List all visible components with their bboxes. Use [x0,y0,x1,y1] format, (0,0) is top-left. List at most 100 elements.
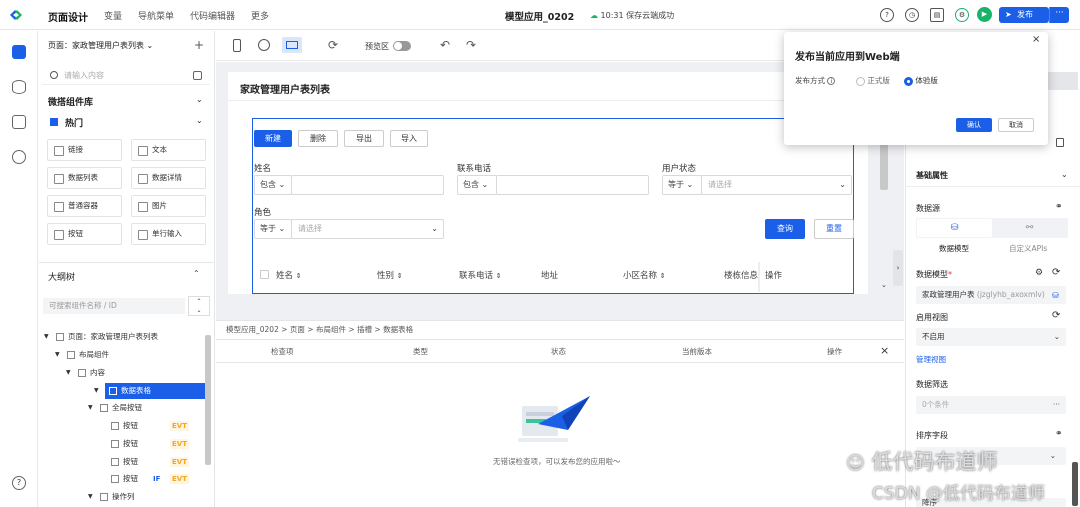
reset-button[interactable]: 重置 [814,219,854,239]
gear-icon[interactable]: ⚙ [1035,268,1043,278]
role-select[interactable]: 请选择 ⌄ [291,219,444,239]
publish-more-button[interactable]: ··· [1049,7,1069,23]
model-select[interactable]: 家政管理用户表 (jzglyhb_axoxmlv) [916,286,1066,304]
help-icon[interactable]: ? [880,8,894,22]
cancel-button[interactable]: 取消 [998,118,1034,132]
nav-page-design[interactable]: 页面设计 [48,9,88,24]
chevron-down-icon[interactable]: ⌄ [1061,170,1068,179]
page-selector[interactable]: 页面：家政管理用户表列表 ⌄ [48,40,153,51]
confirm-button[interactable]: 确认 [956,118,992,132]
component-button[interactable]: 按钮 [47,223,122,245]
radio-formal[interactable]: 正式版 [856,75,890,86]
publish-button[interactable]: ➤ 发布 [999,7,1049,23]
status-select[interactable]: 请选择 ⌄ [701,175,852,195]
component-text[interactable]: 文本 [131,139,206,161]
export-button[interactable]: 导出 [344,130,384,147]
desktop-view-icon[interactable] [282,37,302,53]
tree-node[interactable]: 按钮 EVT [39,436,207,452]
component-image[interactable]: 图片 [131,195,206,217]
phone-op-select[interactable]: 包含 ⌄ [457,175,497,195]
tab-custom-api[interactable]: 自定义APIs [1009,243,1047,254]
col-name[interactable]: 姓名 ⇕ [276,269,302,281]
crumb-app[interactable]: 模型应用_0202 [226,325,279,334]
role-op-select[interactable]: 等于 ⌄ [254,219,292,239]
radio-trial[interactable]: 体验版 [904,75,938,86]
status-op-select[interactable]: 等于 ⌄ [662,175,702,195]
component-input[interactable]: 单行输入 [131,223,206,245]
name-op-select[interactable]: 包含 ⌄ [254,175,292,195]
caret-icon[interactable]: ▼ [94,383,99,399]
data-table-selection[interactable] [252,118,854,294]
tree-node[interactable]: 按钮 EVT [39,418,207,434]
col-address[interactable]: 地址 [541,269,558,281]
crumb-slot[interactable]: 插槽 [357,325,372,334]
refresh-icon[interactable]: ⟳ [1052,267,1060,278]
copy-icon[interactable] [1056,138,1064,147]
filter-icon[interactable] [193,71,202,80]
tree-node[interactable]: ▼ 内容 [39,365,207,381]
crumb-layout[interactable]: 布局组件 [316,325,346,334]
tree-node[interactable]: 按钮 EVT [39,454,207,470]
caret-icon[interactable]: ▼ [88,400,93,416]
add-page-button[interactable]: + [194,38,204,52]
name-input[interactable] [291,175,444,195]
nav-code-editor[interactable]: 代码编辑器 [190,9,235,24]
close-icon[interactable]: × [880,344,889,357]
component-container[interactable]: 普通容器 [47,195,122,217]
collapse-right-panel-icon[interactable]: › [893,250,903,286]
phone-input[interactable] [496,175,649,195]
col-gender[interactable]: 性别 ⇕ [377,269,403,281]
nav-variables[interactable]: 变量 [104,9,122,24]
help-icon[interactable]: ? [12,476,26,490]
database-icon[interactable]: ⛁ [917,219,992,237]
nav-menu[interactable]: 导航菜单 [138,9,174,24]
scrollbar[interactable] [1072,462,1078,506]
close-icon[interactable]: × [1032,34,1040,45]
chevron-down-icon[interactable]: ⌄ [196,95,203,104]
component-link[interactable]: 链接 [47,139,122,161]
select-all-checkbox[interactable] [260,270,269,279]
component-data-detail[interactable]: 数据详情 [131,167,206,189]
refresh-icon[interactable]: ⟳ [1052,310,1060,321]
component-data-list[interactable]: 数据列表 [47,167,122,189]
caret-icon[interactable]: ▼ [88,489,93,505]
component-search-input[interactable]: 请输入内容 [42,67,210,85]
tree-node[interactable]: ▼ 操作列 [39,489,207,505]
preview-run-button[interactable]: ▶ [977,7,992,22]
scrollbar[interactable] [205,335,211,465]
settings-icon[interactable] [12,150,26,164]
caret-icon[interactable]: ▼ [44,329,49,345]
link-icon[interactable]: ⚭ [1055,429,1063,439]
history-icon[interactable]: ◷ [905,8,919,22]
caret-icon[interactable]: ▼ [55,347,60,363]
tree-node[interactable]: 按钮 EVT IF [39,471,207,487]
col-building[interactable]: 楼栋信息 [724,269,758,281]
miniprogram-view-icon[interactable] [258,39,270,51]
crumb-table[interactable]: 数据表格 [383,325,413,334]
redo-icon[interactable]: ↷ [466,38,476,52]
manage-view-link[interactable]: 管理视图 [916,354,946,365]
caret-icon[interactable]: ▼ [66,365,71,381]
col-phone[interactable]: 联系电话 ⇕ [459,269,502,281]
filter-field[interactable]: 0个条件 ··· [916,396,1066,414]
database-icon[interactable] [12,80,26,94]
new-button[interactable]: 新建 [254,130,292,147]
import-button[interactable]: 导入 [390,130,428,147]
image-icon[interactable] [12,115,26,129]
delete-button[interactable]: 删除 [298,130,338,147]
tree-node[interactable]: ▼ 布局组件 [39,347,207,363]
api-link-icon[interactable]: ⚯ [992,219,1067,237]
nav-more[interactable]: 更多 [251,9,269,24]
chevron-down-icon[interactable]: ⌄ [881,281,887,289]
tab-data-model[interactable]: 数据模型 [939,243,969,254]
pages-icon[interactable] [12,45,26,59]
database-icon[interactable]: ⛁ [1052,291,1059,300]
link-icon[interactable]: ⚭ [1055,202,1063,212]
query-button[interactable]: 查询 [765,219,805,239]
crumb-page[interactable]: 页面 [290,325,305,334]
col-community[interactable]: 小区名称 ⇕ [623,269,666,281]
refresh-icon[interactable]: ⟳ [328,38,338,52]
chevron-down-icon[interactable]: ⌄ [196,116,203,125]
settings-icon[interactable]: ⚙ [955,8,969,22]
save-icon[interactable]: ▤ [930,8,944,22]
